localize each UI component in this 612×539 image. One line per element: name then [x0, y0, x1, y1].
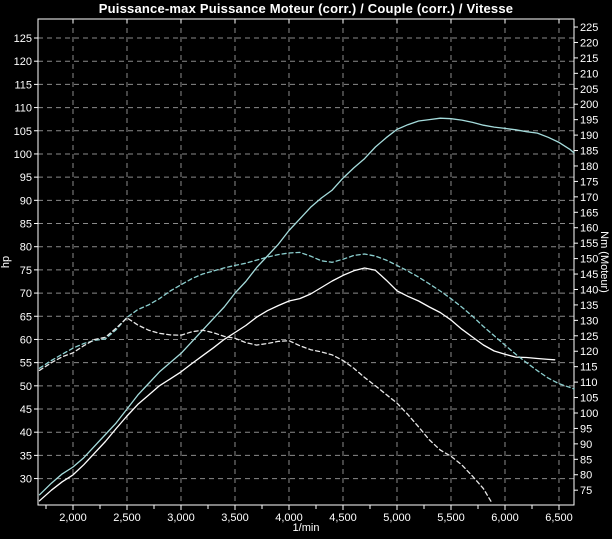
y-right-tick-label: 80: [580, 470, 592, 482]
y-left-tick-label: 120: [14, 56, 32, 68]
curve-couple-white-dashed: [40, 318, 493, 503]
y-right-tick-label: 160: [580, 223, 598, 235]
y-right-tick-label: 115: [580, 362, 598, 374]
y-right-tick-label: 100: [580, 408, 598, 420]
y-right-tick-label: 165: [580, 207, 598, 219]
y-left-tick-label: 100: [14, 149, 32, 161]
y-right-tick-label: 215: [580, 53, 598, 65]
y-right-tick-label: 205: [580, 84, 598, 96]
y-left-tick-label: 70: [20, 288, 32, 300]
y-right-tick-label: 225: [580, 22, 598, 34]
chart-plot-area: 125 120 115 110 105 100 95 90 85 80 75 70 65 60 55 50 45…: [0, 0, 612, 539]
x-tick-label: 6,000: [491, 512, 519, 524]
y-right-tick-label: 190: [580, 130, 598, 142]
curve-couple-corr-cyan-dashed: [40, 252, 575, 389]
y-left-tick-label: 85: [20, 219, 32, 231]
y-right-tick-label: 155: [580, 238, 598, 250]
y-right-tick-label: 90: [580, 439, 592, 451]
curve-puissance-corr-cyan-solid: [40, 118, 575, 495]
y-right-tick-label: 175: [580, 176, 598, 188]
x-tick-label: 3,500: [221, 512, 249, 524]
y-right-tick-label: 95: [580, 423, 592, 435]
y-right-tick-label: 180: [580, 161, 598, 173]
y-left-tick-label: 45: [20, 404, 32, 416]
y-left-tick-label: 80: [20, 242, 32, 254]
y-right-tick-label: 105: [580, 393, 598, 405]
y-right-tick-label: 135: [580, 300, 598, 312]
dyno-chart-window: Puissance-max Puissance Moteur (corr.) /…: [0, 0, 612, 539]
y-right-tick-label: 200: [580, 99, 598, 111]
x-tick-label: 3,000: [167, 512, 195, 524]
y-axis-label-right: Nm (Moteur): [598, 224, 610, 300]
y-left-tick-label: 55: [20, 358, 32, 370]
plot-frame: [38, 19, 574, 505]
y-left-tick-label: 65: [20, 311, 32, 323]
y-right-tick-label: 125: [580, 331, 598, 343]
y-axis-label-left: hp: [0, 232, 12, 292]
y-left-tick-label: 95: [20, 172, 32, 184]
y-left-tick-label: 75: [20, 265, 32, 277]
y-right-tick-label: 110: [580, 377, 598, 389]
y-left-tick-label: 105: [14, 126, 32, 138]
y-right-tick-label: 185: [580, 146, 598, 158]
y-left-tick-label: 40: [20, 427, 32, 439]
y-right-tick-label: 75: [580, 485, 592, 497]
y-left-tick-label: 115: [14, 79, 32, 91]
x-tick-label: 2,000: [59, 512, 87, 524]
y-right-tick-label: 195: [580, 115, 598, 127]
x-tick-label: 2,500: [113, 512, 141, 524]
x-axis-label: 1/min: [256, 522, 356, 534]
y-right-tick-label: 210: [580, 68, 598, 80]
y-left-tick-label: 35: [20, 450, 32, 462]
y-left-tick-label: 125: [14, 33, 32, 45]
y-right-tick-label: 145: [580, 269, 598, 281]
y-right-tick-label: 130: [580, 315, 598, 327]
y-left-tick-label: 90: [20, 195, 32, 207]
y-right-tick-label: 85: [580, 454, 592, 466]
y-right-tick-label: 140: [580, 284, 598, 296]
y-right-tick-label: 170: [580, 192, 598, 204]
y-left-tick-label: 60: [20, 334, 32, 346]
y-left-tick-label: 50: [20, 381, 32, 393]
x-tick-label: 5,500: [437, 512, 465, 524]
y-right-tick-label: 120: [580, 346, 598, 358]
x-tick-label: 5,000: [383, 512, 411, 524]
y-right-tick-label: 220: [580, 37, 598, 49]
x-tick-label: 6,500: [545, 512, 573, 524]
y-right-tick-label: 150: [580, 254, 598, 266]
curve-puissance-white-solid: [40, 268, 555, 501]
chart-title: Puissance-max Puissance Moteur (corr.) /…: [0, 1, 612, 16]
y-left-tick-label: 110: [14, 103, 32, 115]
y-left-tick-label: 30: [20, 474, 32, 486]
